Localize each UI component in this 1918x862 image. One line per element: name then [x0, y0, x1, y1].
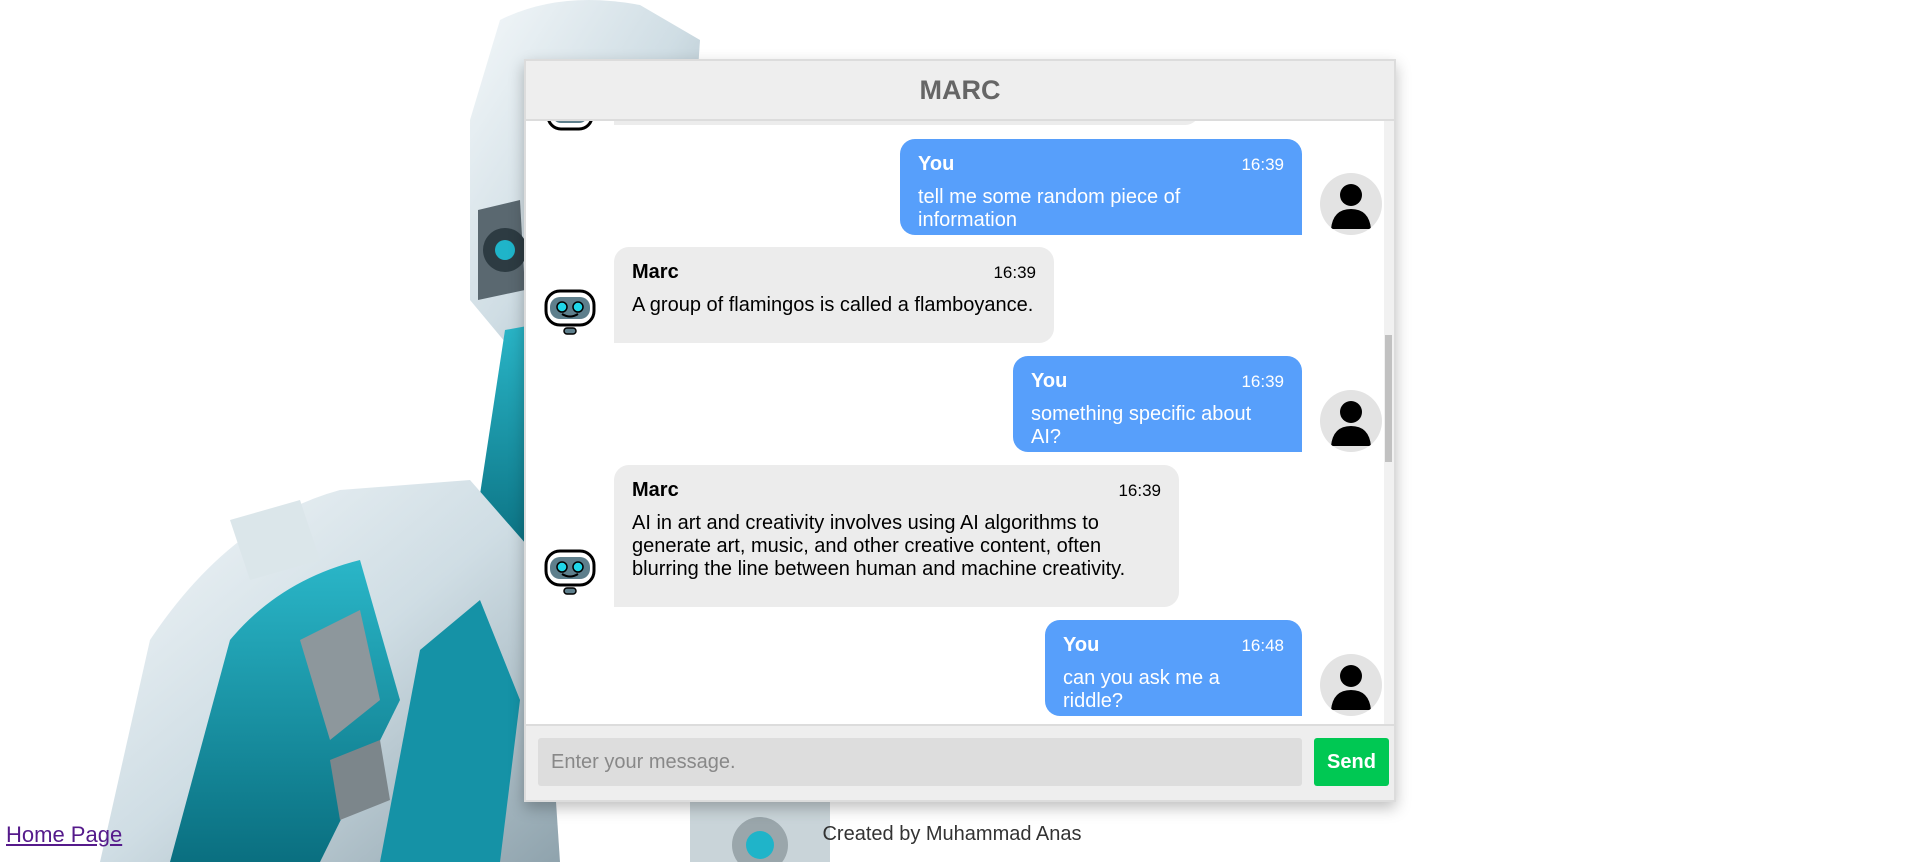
home-page-link[interactable]: Home Page [6, 822, 122, 848]
message-time: 16:39 [1118, 481, 1161, 500]
message-time: 16:39 [1241, 155, 1284, 174]
message-scrollbar[interactable] [1384, 121, 1394, 728]
user-avatar [1320, 654, 1382, 716]
chat-header: MARC [526, 61, 1394, 121]
send-button[interactable]: Send [1314, 738, 1389, 786]
user-silhouette-icon [1331, 184, 1371, 229]
message-bubble-user: You 16:48 can you ask me a riddle? [1045, 620, 1302, 716]
message-text: A group of flamingos is called a flamboy… [632, 294, 1034, 316]
message-sender: You [1031, 370, 1068, 392]
user-silhouette-icon [1331, 665, 1371, 710]
message-bubble-user: You 16:39 something specific about AI? [1013, 356, 1302, 452]
message-bubble-bot: Marc 16:39 AI in art and creativity invo… [614, 465, 1179, 607]
message-sender: You [1063, 634, 1100, 656]
message-input-area: Send [526, 724, 1394, 800]
chat-title: MARC [919, 74, 1001, 105]
message-bubble-previous [614, 121, 1200, 125]
user-avatar [1320, 390, 1382, 452]
robot-face-icon [544, 289, 596, 335]
user-silhouette-icon [1331, 401, 1371, 446]
scrollbar-thumb[interactable] [1385, 335, 1392, 462]
chat-window: MARC You 16:39 tell me some random piece… [524, 59, 1396, 802]
message-text: can you ask me a riddle? [1063, 667, 1220, 712]
message-time: 16:39 [993, 263, 1036, 282]
message-sender: You [918, 153, 955, 175]
message-text: something specific about AI? [1031, 403, 1252, 448]
message-time: 16:39 [1241, 372, 1284, 391]
message-input[interactable] [538, 738, 1302, 786]
message-bubble-user: You 16:39 tell me some random piece of i… [900, 139, 1302, 235]
user-avatar [1320, 173, 1382, 235]
message-text: tell me some random piece of information [918, 186, 1181, 231]
message-bubble-bot: Marc 16:39 A group of flamingos is calle… [614, 247, 1054, 343]
message-sender: Marc [632, 261, 679, 283]
message-list[interactable]: You 16:39 tell me some random piece of i… [526, 121, 1394, 728]
message-text: AI in art and creativity involves using … [632, 512, 1126, 580]
message-time: 16:48 [1241, 636, 1284, 655]
robot-face-icon [547, 121, 593, 131]
message-sender: Marc [632, 479, 679, 501]
robot-face-icon [544, 549, 596, 595]
